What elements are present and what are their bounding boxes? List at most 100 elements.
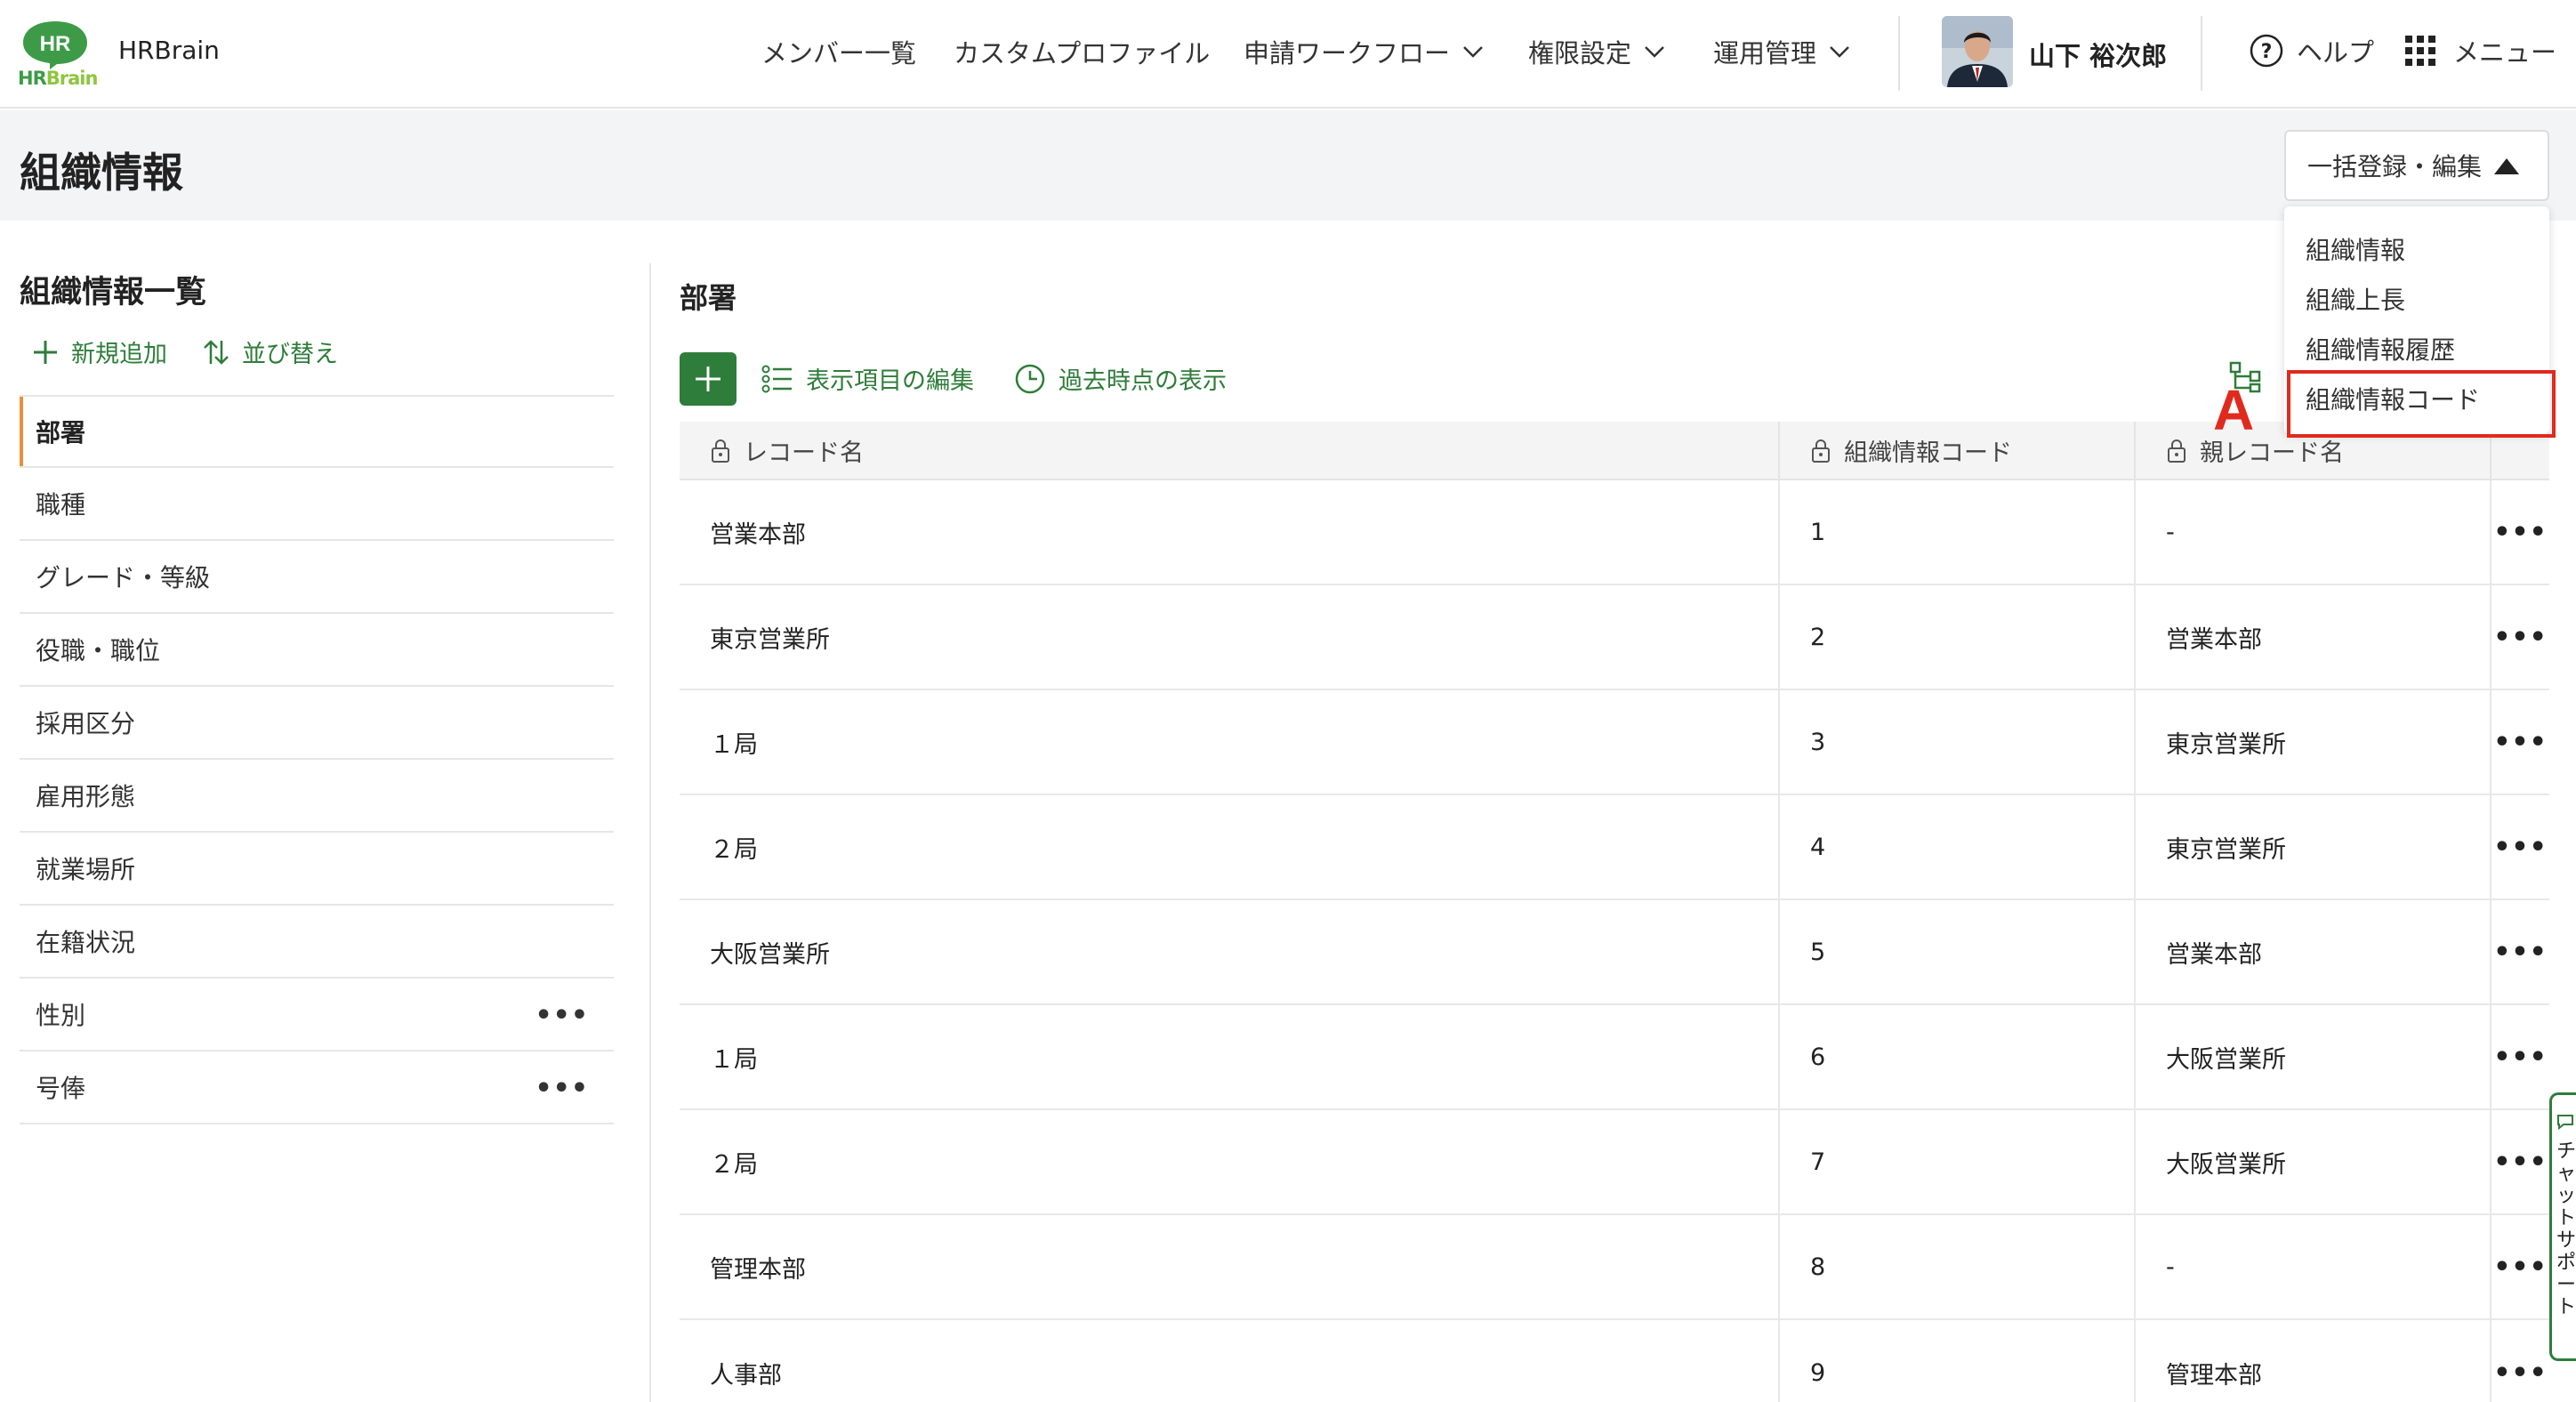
- add-new-label: 新規追加: [71, 341, 167, 368]
- logo-subtext: HRBrain: [18, 68, 98, 89]
- more-options-icon[interactable]: •••: [535, 1000, 589, 1031]
- lock-icon: [712, 439, 729, 463]
- lock-icon: [2168, 439, 2186, 463]
- user-name[interactable]: 山下 裕次郎: [2029, 36, 2167, 73]
- category-label: グレード・等級: [36, 563, 211, 592]
- category-item-hiring-type[interactable]: 採用区分: [20, 687, 614, 760]
- category-item-employment-type[interactable]: 雇用形態: [20, 760, 614, 833]
- nav-permissions[interactable]: 権限設定: [1528, 34, 1667, 69]
- cell-parent-record: -: [2136, 1215, 2491, 1318]
- bulk-edit-button[interactable]: 一括登録・編集: [2284, 130, 2549, 201]
- cell-record-name: ２局: [680, 795, 1780, 898]
- page-title-bar: [0, 110, 2576, 221]
- add-new-button[interactable]: 新規追加: [32, 334, 167, 369]
- row-more-options-icon[interactable]: •••: [2491, 480, 2549, 584]
- category-item-gender[interactable]: 性別 •••: [20, 979, 614, 1052]
- top-header: HR HRBrain HRBrain メンバー一覧 カスタムプロファイル 申請ワ…: [0, 0, 2576, 109]
- dropdown-item-org-history[interactable]: 組織情報履歴: [2306, 331, 2455, 367]
- cell-parent-record: -: [2136, 480, 2491, 584]
- row-more-options-icon[interactable]: •••: [2491, 1320, 2549, 1402]
- bulk-edit-label: 一括登録・編集: [2307, 152, 2483, 181]
- annotation-marker: A: [2213, 378, 2255, 442]
- row-more-options-icon[interactable]: •••: [2491, 690, 2549, 794]
- cell-parent-record: 東京営業所: [2136, 690, 2491, 794]
- chevron-down-icon: [1645, 46, 1664, 58]
- cell-org-code: 8: [1780, 1215, 2136, 1318]
- table-row[interactable]: 管理本部 8 - •••: [680, 1215, 2549, 1320]
- table-row[interactable]: １局 3 東京営業所 •••: [680, 690, 2549, 795]
- category-item-department[interactable]: 部署: [20, 395, 614, 468]
- column-label: 組織情報コード: [1844, 439, 2012, 467]
- edit-columns-button[interactable]: 表示項目の編集: [761, 361, 974, 396]
- table-row[interactable]: 大阪営業所 5 営業本部 •••: [680, 900, 2549, 1005]
- cell-record-name: 営業本部: [680, 480, 1780, 584]
- cell-org-code: 5: [1780, 900, 2136, 1003]
- nav-workflow-label: 申請ワークフロー: [1244, 38, 1451, 68]
- row-more-options-icon[interactable]: •••: [2491, 795, 2549, 898]
- user-avatar[interactable]: [1942, 16, 2013, 87]
- cell-org-code: 7: [1780, 1110, 2136, 1213]
- category-item-grade[interactable]: グレード・等級: [20, 541, 614, 614]
- highlight-annotation-box: [2287, 370, 2556, 438]
- category-item-job-type[interactable]: 職種: [20, 468, 614, 541]
- sort-arrows-icon: [204, 339, 229, 365]
- nav-permissions-label: 権限設定: [1528, 38, 1632, 68]
- category-label: 職種: [36, 490, 86, 520]
- table-row[interactable]: ２局 4 東京営業所 •••: [680, 795, 2549, 900]
- column-header-org-code[interactable]: 組織情報コード: [1780, 422, 2136, 479]
- cell-record-name: ２局: [680, 1110, 1780, 1213]
- panel-divider: [649, 263, 651, 1402]
- add-record-button[interactable]: [680, 352, 737, 406]
- nav-custom-profile[interactable]: カスタムプロファイル: [954, 34, 1210, 69]
- svg-text:?: ?: [2261, 41, 2273, 63]
- nav-members[interactable]: メンバー一覧: [761, 34, 916, 69]
- category-item-salary-step[interactable]: 号俸 •••: [20, 1052, 614, 1124]
- category-item-workplace[interactable]: 就業場所: [20, 833, 614, 906]
- left-panel-actions: 新規追加 並び替え: [32, 334, 374, 369]
- chevron-down-icon: [1463, 46, 1483, 58]
- list-settings-icon: [761, 365, 792, 392]
- grid-menu-icon: [2405, 36, 2435, 66]
- row-more-options-icon[interactable]: •••: [2491, 1005, 2549, 1108]
- past-view-label: 過去時点の表示: [1059, 367, 1227, 395]
- more-options-icon[interactable]: •••: [535, 1073, 589, 1104]
- past-view-button[interactable]: 過去時点の表示: [1014, 361, 1227, 396]
- nav-members-label: メンバー一覧: [761, 38, 917, 68]
- help-link[interactable]: ? ヘルプ: [2249, 32, 2374, 69]
- help-label: ヘルプ: [2297, 37, 2375, 68]
- table-row[interactable]: 人事部 9 管理本部 •••: [680, 1320, 2549, 1402]
- logo-text: HR: [40, 32, 71, 56]
- lock-icon: [1812, 439, 1830, 463]
- dropdown-item-org-manager[interactable]: 組織上長: [2306, 281, 2405, 317]
- section-title: 部署: [680, 281, 737, 315]
- category-item-status[interactable]: 在籍状況: [20, 906, 614, 979]
- cell-parent-record: 東京営業所: [2136, 795, 2491, 898]
- chat-support-label: チャットサポート: [2556, 1140, 2576, 1318]
- category-label: 就業場所: [36, 855, 136, 884]
- row-more-options-icon[interactable]: •••: [2491, 1215, 2549, 1318]
- row-more-options-icon[interactable]: •••: [2491, 1110, 2549, 1213]
- records-table: レコード名 組織情報コード 親レコード名 営業本部 1 - ••• 東京営業所 …: [680, 422, 2549, 1402]
- sort-button[interactable]: 並び替え: [203, 334, 338, 369]
- nav-operations[interactable]: 運用管理: [1713, 34, 1852, 69]
- column-header-record-name[interactable]: レコード名: [680, 422, 1780, 479]
- cell-parent-record: 営業本部: [2136, 585, 2491, 689]
- cell-org-code: 4: [1780, 795, 2136, 898]
- header-divider: [1898, 16, 1900, 91]
- table-row[interactable]: ２局 7 大阪営業所 •••: [680, 1110, 2549, 1215]
- header-divider: [2201, 16, 2202, 91]
- category-label: 雇用形態: [36, 782, 136, 811]
- nav-workflow[interactable]: 申請ワークフロー: [1244, 34, 1485, 69]
- cell-record-name: １局: [680, 1005, 1780, 1108]
- cell-parent-record: 大阪営業所: [2136, 1005, 2491, 1108]
- table-row[interactable]: 営業本部 1 - •••: [680, 480, 2549, 585]
- row-more-options-icon[interactable]: •••: [2491, 900, 2549, 1003]
- hrbrain-logo-icon[interactable]: HR: [20, 18, 91, 71]
- logo-sub-hr: HR: [18, 68, 47, 89]
- category-item-position[interactable]: 役職・職位: [20, 614, 614, 687]
- app-menu-button[interactable]: メニュー: [2405, 32, 2556, 69]
- dropdown-item-org-info[interactable]: 組織情報: [2306, 231, 2405, 267]
- table-row[interactable]: 東京営業所 2 営業本部 •••: [680, 585, 2549, 690]
- table-row[interactable]: １局 6 大阪営業所 •••: [680, 1005, 2549, 1110]
- row-more-options-icon[interactable]: •••: [2491, 585, 2549, 689]
